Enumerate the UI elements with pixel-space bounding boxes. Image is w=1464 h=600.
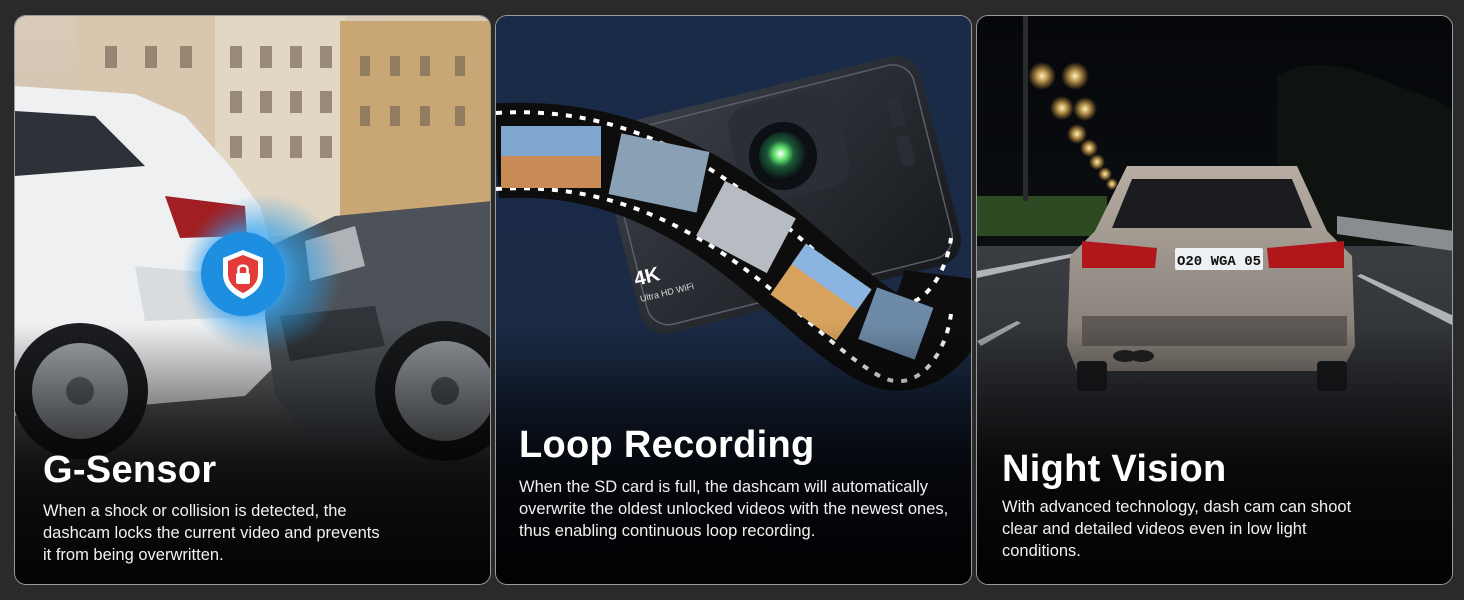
panel-title: Night Vision — [1002, 448, 1227, 490]
panel-title: Loop Recording — [519, 424, 815, 466]
panel-title: G-Sensor — [43, 449, 217, 491]
loop-recording-panel: 4K Ultra HD WiFi Loop Recording When the… — [495, 15, 972, 585]
license-plate-text: O20 WGA 05 — [1177, 254, 1261, 270]
panel-description: When a shock or collision is detected, t… — [43, 502, 380, 564]
g-sensor-panel: G-Sensor When a shock or collision is de… — [14, 15, 491, 585]
panel-description: With advanced technology, dash cam can s… — [1002, 498, 1352, 560]
shield-lock-icon — [223, 250, 263, 299]
night-vision-panel: O20 WGA 05 Night Vision With advanced te… — [976, 15, 1453, 585]
panel-description: When the SD card is full, the dashcam wi… — [519, 478, 949, 540]
shield-lock-badge — [201, 232, 285, 316]
